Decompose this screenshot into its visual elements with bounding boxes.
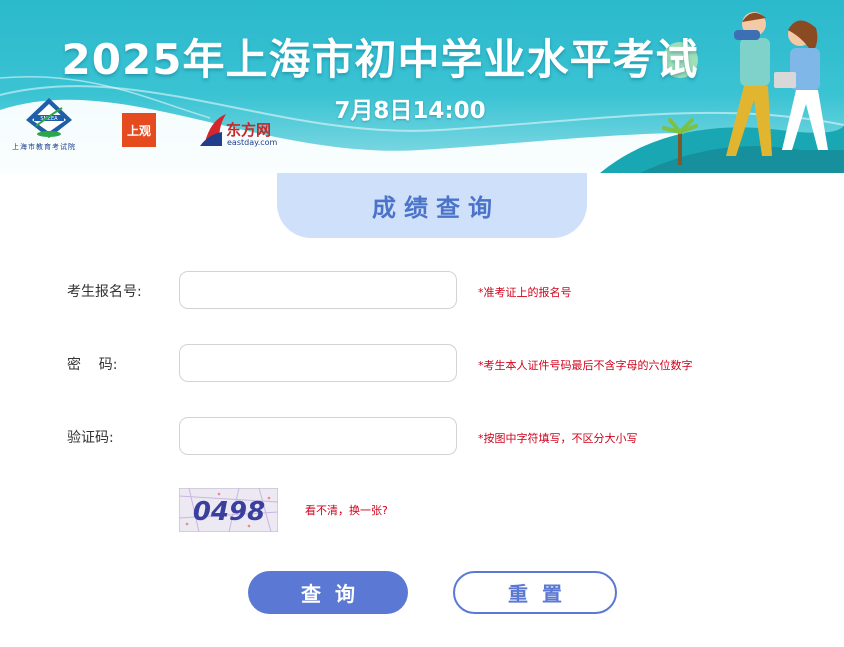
reset-button[interactable]: 重置	[453, 571, 617, 614]
banner-title: 2025年上海市初中学业水平考试	[61, 35, 699, 84]
seea-logo-caption: 上海市教育考试院	[12, 143, 76, 151]
eastday-logo-cn: 东方网	[226, 121, 272, 139]
registration-number-input[interactable]	[179, 271, 457, 309]
header-banner: 2025年上海市初中学业水平考试 7月8日14:00 SMEEA 上海市教育考试…	[0, 0, 844, 173]
seea-logo-icon: SMEEA	[26, 98, 72, 138]
query-button[interactable]: 查询	[248, 571, 408, 614]
captcha-input[interactable]	[179, 417, 457, 455]
eastday-logo-en: eastday.com	[227, 138, 278, 147]
password-hint: *考生本人证件号码最后不含字母的六位数字	[478, 359, 693, 372]
shangguan-logo: 上观	[122, 113, 156, 147]
registration-number-hint: *准考证上的报名号	[478, 286, 572, 299]
captcha-refresh-link[interactable]: 看不清，换一张?	[305, 502, 388, 518]
registration-number-label: 考生报名号:	[67, 284, 142, 300]
query-heading: 成绩查询	[372, 194, 500, 222]
captcha-image[interactable]: 0498	[179, 488, 278, 532]
query-heading-tab: 成绩查询	[277, 173, 587, 238]
captcha-code: 0498	[193, 497, 265, 527]
password-input[interactable]	[179, 344, 457, 382]
captcha-label: 验证码:	[67, 430, 114, 446]
captcha-hint: *按图中字符填写，不区分大小写	[478, 432, 638, 445]
password-label: 密 码:	[67, 357, 118, 373]
